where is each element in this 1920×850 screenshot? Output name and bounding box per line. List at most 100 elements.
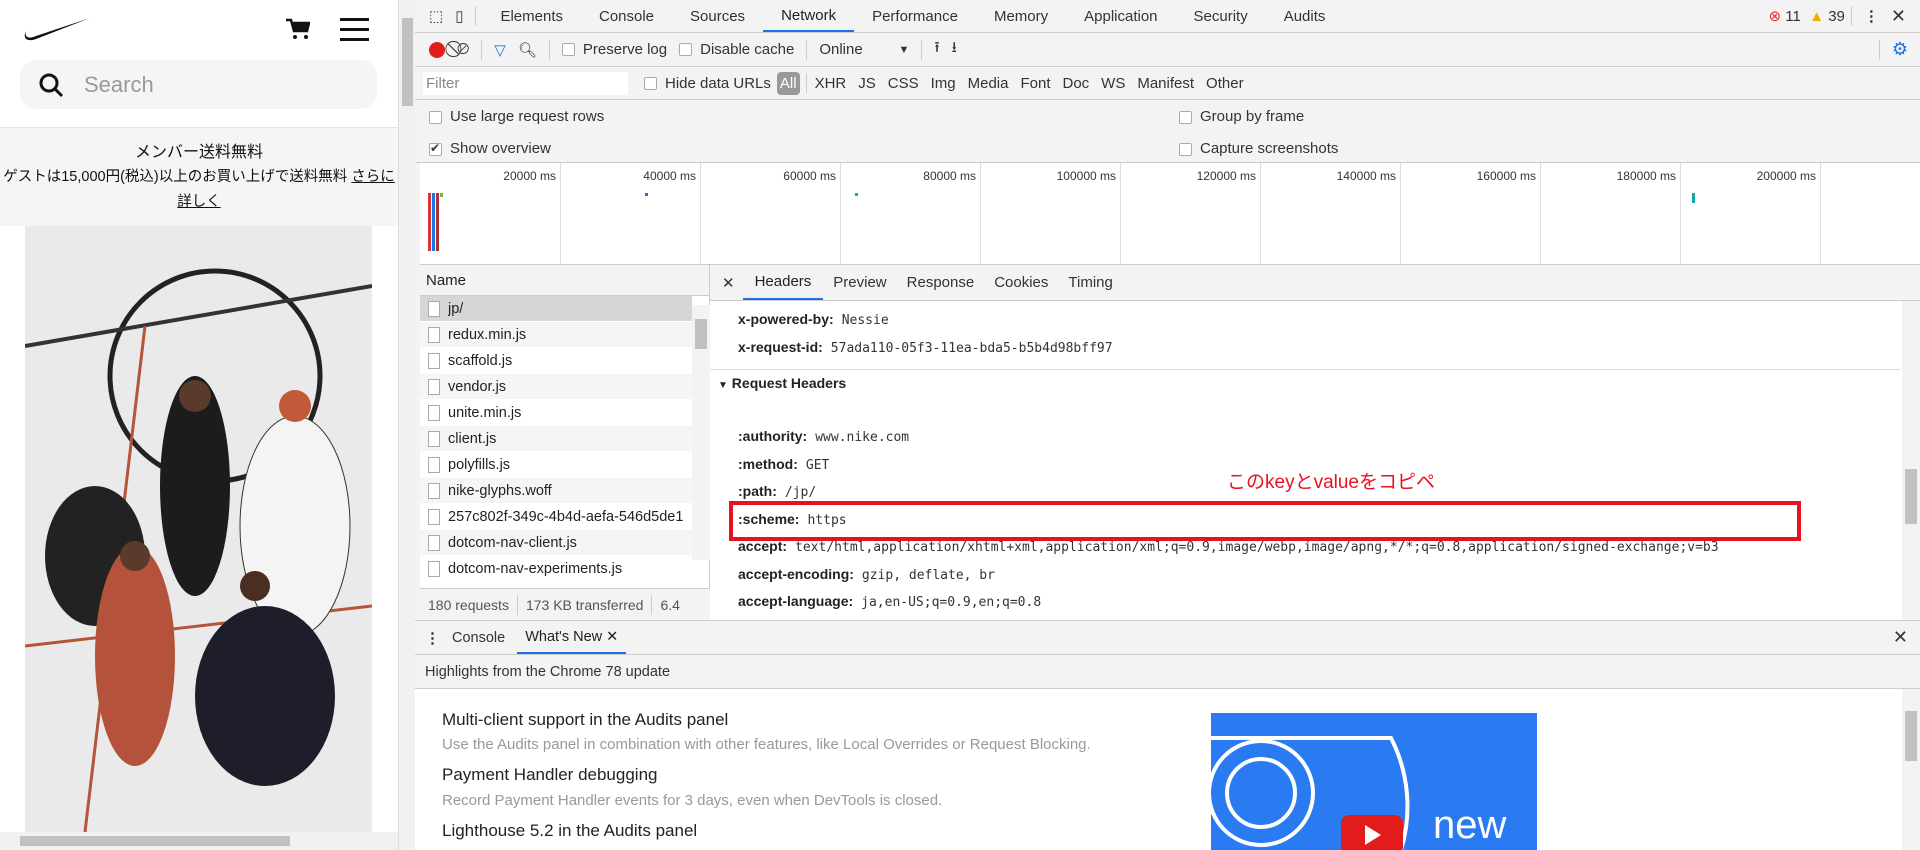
timeline-tick-label: 100000 ms (1056, 169, 1116, 183)
requests-scrollbar[interactable] (692, 305, 710, 560)
request-row[interactable]: dotcom-nav-client.js (420, 530, 692, 556)
request-headers-section[interactable]: ▼ Request Headers (718, 375, 846, 391)
filter-type-font[interactable]: Font (1020, 75, 1050, 92)
tab-security[interactable]: Security (1176, 0, 1266, 32)
name-column-header[interactable]: Name (420, 265, 709, 296)
feature-title[interactable]: Payment Handler debugging (442, 765, 657, 785)
timeline-gridline (1260, 163, 1261, 265)
timeline-request-bar (440, 193, 443, 197)
close-tab-icon[interactable]: ✕ (606, 629, 618, 645)
tab-memory[interactable]: Memory (976, 0, 1066, 32)
large-rows-label: Use large request rows (450, 108, 605, 125)
import-har-icon[interactable]: ⭱ (934, 37, 939, 62)
filter-input[interactable]: Filter (423, 71, 628, 95)
filter-type-js[interactable]: JS (858, 75, 876, 92)
request-row[interactable]: dotcom-nav-experiments.js (420, 556, 692, 582)
capture-screenshots-checkbox[interactable]: Capture screenshots (1179, 140, 1338, 157)
menu-icon[interactable] (340, 17, 369, 41)
filter-type-ws[interactable]: WS (1101, 75, 1125, 92)
whats-new-video-thumbnail[interactable]: new (1211, 713, 1537, 850)
request-row[interactable]: scaffold.js (420, 348, 692, 374)
hide-data-urls-checkbox[interactable]: Hide data URLs (644, 75, 771, 92)
tab-preview[interactable]: Preview (823, 265, 896, 300)
export-har-icon[interactable]: ⭳ (952, 37, 957, 62)
chevron-down-icon: ▼ (898, 43, 910, 56)
drawer-tab-whats-new[interactable]: What's New ✕ (517, 621, 627, 654)
throttling-value: Online (819, 41, 863, 58)
request-row[interactable]: nike-glyphs.woff (420, 478, 692, 504)
network-settings-gear-icon[interactable]: ⚙ (1892, 39, 1908, 60)
request-name: polyfills.js (448, 456, 511, 473)
drawer-tab-console[interactable]: Console (440, 621, 517, 654)
request-details-panel: ✕ Headers Preview Response Cookies Timin… (710, 265, 1920, 638)
tab-sources[interactable]: Sources (672, 0, 763, 32)
close-drawer-icon[interactable]: ✕ (1893, 627, 1908, 648)
feature-description: Use the Audits panel in combination with… (442, 736, 1091, 753)
request-row[interactable]: jp/ (420, 296, 692, 322)
tab-application[interactable]: Application (1066, 0, 1175, 32)
record-icon[interactable] (429, 41, 445, 58)
filter-type-img[interactable]: Img (931, 75, 956, 92)
search-icon[interactable]: 🔍︎ (518, 41, 537, 59)
feature-title[interactable]: Multi-client support in the Audits panel (442, 710, 728, 730)
feature-description: Record Payment Handler events for 3 days… (442, 792, 943, 809)
tab-console[interactable]: Console (581, 0, 672, 32)
page-horizontal-scrollbar[interactable] (0, 832, 398, 850)
large-rows-checkbox[interactable]: Use large request rows (429, 108, 604, 125)
request-row[interactable]: 257c802f-349c-4b4d-aefa-546d5de1 (420, 504, 692, 530)
tab-headers[interactable]: Headers (742, 265, 824, 300)
filter-type-xhr[interactable]: XHR (815, 75, 847, 92)
request-row[interactable]: vendor.js (420, 374, 692, 400)
request-row[interactable]: unite.min.js (420, 400, 692, 426)
requests-list: jp/redux.min.js scaffold.js vendor.js unite… (420, 296, 692, 582)
filter-type-doc[interactable]: Doc (1062, 75, 1089, 92)
issue-counts[interactable]: ⊗ 11 ▲ 39 (1769, 7, 1845, 26)
group-by-frame-checkbox[interactable]: Group by frame (1179, 108, 1304, 125)
inspect-element-icon[interactable]: ⬚ (429, 7, 443, 25)
show-overview-checkbox[interactable]: Show overview (429, 140, 551, 157)
disable-cache-checkbox[interactable]: Disable cache (679, 41, 794, 58)
hero-image[interactable] (25, 226, 372, 832)
filter-type-css[interactable]: CSS (888, 75, 919, 92)
cart-icon[interactable] (286, 18, 310, 40)
request-name: dotcom-nav-client.js (448, 534, 577, 551)
tab-audits[interactable]: Audits (1266, 0, 1344, 32)
drawer-menu-icon[interactable]: ⋮ (425, 629, 440, 647)
request-row[interactable]: polyfills.js (420, 452, 692, 478)
details-scrollbar[interactable] (1902, 301, 1920, 620)
nike-logo[interactable] (24, 18, 90, 42)
filter-type-other[interactable]: Other (1206, 75, 1244, 92)
page-vertical-scrollbar[interactable] (398, 0, 415, 850)
request-row[interactable]: client.js (420, 426, 692, 452)
tab-performance[interactable]: Performance (854, 0, 976, 32)
close-details-icon[interactable]: ✕ (710, 274, 743, 292)
filter-type-all[interactable]: All (776, 71, 800, 95)
filter-type-media[interactable]: Media (968, 75, 1009, 92)
request-row[interactable]: redux.min.js (420, 322, 692, 348)
tab-cookies[interactable]: Cookies (984, 265, 1058, 300)
search-input[interactable]: Search (20, 60, 377, 109)
whats-new-content: Multi-client support in the Audits panel… (415, 689, 1920, 850)
close-devtools-icon[interactable]: ✕ (1891, 6, 1906, 27)
device-toolbar-icon[interactable]: ▯ (455, 7, 463, 25)
preserve-log-checkbox[interactable]: Preserve log (561, 41, 667, 58)
group-by-frame-label: Group by frame (1200, 108, 1305, 125)
network-status-bar: 180 requests 173 KB transferred 6.4 (420, 588, 710, 620)
file-icon (428, 508, 440, 525)
network-overview-timeline[interactable]: 20000 ms 40000 ms 60000 ms 80000 ms 100000 m… (420, 163, 1920, 265)
filter-bar: Filter Hide data URLs All XHR JS CSS Img… (415, 67, 1920, 100)
filter-icon[interactable]: ▽ (494, 41, 506, 59)
request-name: vendor.js (448, 378, 507, 395)
tab-timing[interactable]: Timing (1058, 265, 1122, 300)
filter-type-manifest[interactable]: Manifest (1137, 75, 1194, 92)
throttling-select[interactable]: Online ▼ (819, 41, 909, 58)
drawer-scrollbar[interactable] (1902, 689, 1920, 850)
tab-network[interactable]: Network (763, 0, 855, 32)
clear-icon[interactable]: ⃠⊘ (457, 41, 469, 59)
tab-elements[interactable]: Elements (482, 0, 581, 32)
more-options-icon[interactable]: ⋮ (1864, 7, 1879, 25)
request-name: nike-glyphs.woff (448, 482, 552, 499)
feature-title[interactable]: Lighthouse 5.2 in the Audits panel (442, 821, 697, 841)
tab-response[interactable]: Response (897, 265, 985, 300)
timeline-gridline (1120, 163, 1121, 265)
